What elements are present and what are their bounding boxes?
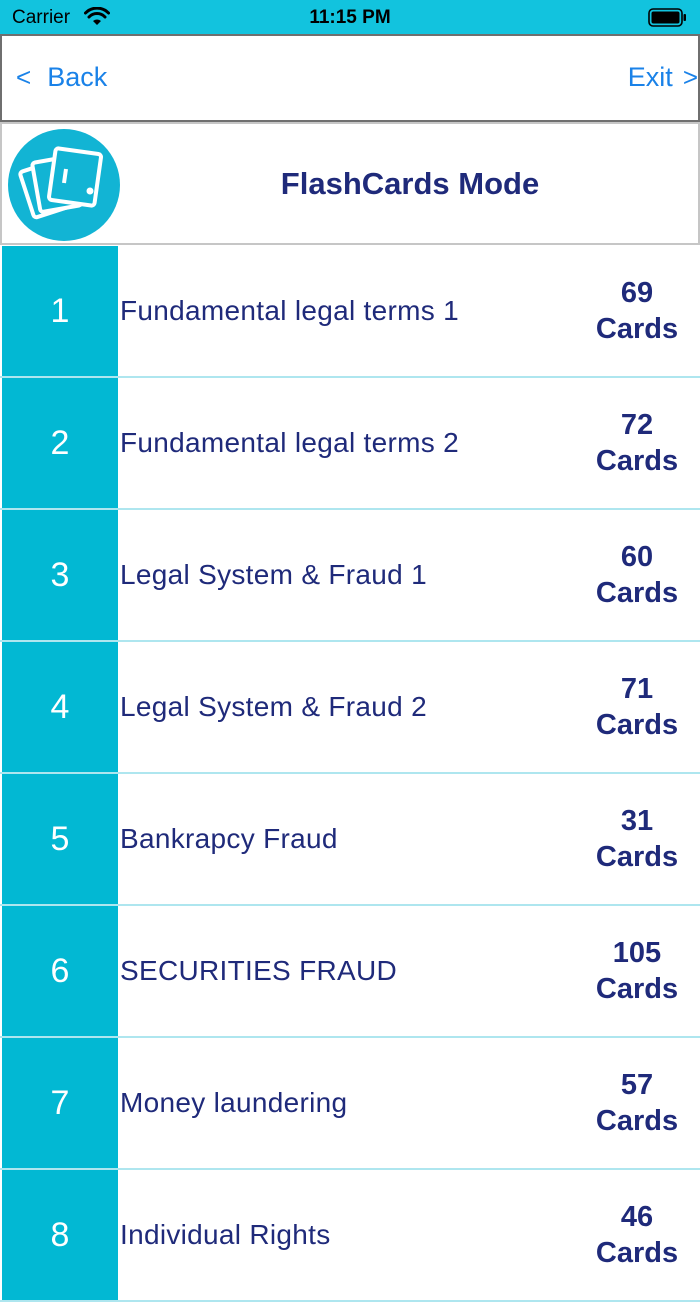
deck-number: 6 <box>2 906 118 1036</box>
card-count-unit: Cards <box>595 445 679 477</box>
card-count-unit: Cards <box>595 1237 679 1269</box>
deck-title: Fundamental legal terms 2 <box>120 427 460 458</box>
deck-number: 7 <box>2 1038 118 1168</box>
flashcards-icon <box>8 129 120 241</box>
back-button[interactable]: < Back <box>16 62 107 93</box>
card-count-value: 57 <box>620 1069 654 1101</box>
deck-title: Fundamental legal terms 1 <box>120 295 460 326</box>
list-item[interactable]: 4 Legal System & Fraud 2 71 Cards <box>0 642 700 774</box>
deck-number: 3 <box>2 510 118 640</box>
deck-title: Legal System & Fraud 2 <box>120 691 427 722</box>
status-bar: Carrier 11:15 PM <box>0 0 700 34</box>
list-item[interactable]: 2 Fundamental legal terms 2 72 Cards <box>0 378 700 510</box>
deck-card-count: 71 Cards <box>592 642 682 772</box>
deck-number: 2 <box>2 378 118 508</box>
battery-icon <box>648 8 686 27</box>
deck-card-count: 60 Cards <box>592 510 682 640</box>
card-count-value: 31 <box>620 805 654 837</box>
deck-title: Money laundering <box>120 1087 348 1118</box>
list-item[interactable]: 5 Bankrapcy Fraud 31 Cards <box>0 774 700 906</box>
card-count-value: 60 <box>620 541 654 573</box>
deck-title: Individual Rights <box>120 1219 331 1250</box>
card-count-value: 105 <box>612 937 662 969</box>
exit-label: Exit <box>627 62 673 92</box>
card-count-unit: Cards <box>595 1105 679 1137</box>
deck-card-count: 69 Cards <box>592 246 682 376</box>
card-count-unit: Cards <box>595 577 679 609</box>
back-label: Back <box>47 62 108 92</box>
deck-card-count: 31 Cards <box>592 774 682 904</box>
chevron-right-icon: > <box>682 62 698 92</box>
page-title: FlashCards Mode <box>280 166 540 201</box>
navigation-bar: < Back Exit > <box>0 34 700 122</box>
card-count-unit: Cards <box>595 313 679 345</box>
card-count-unit: Cards <box>595 973 679 1005</box>
deck-card-count: 105 Cards <box>592 906 682 1036</box>
deck-list: 1 Fundamental legal terms 1 69 Cards 2 F… <box>0 246 700 1302</box>
card-count-value: 72 <box>620 409 654 441</box>
list-item[interactable]: 3 Legal System & Fraud 1 60 Cards <box>0 510 700 642</box>
deck-card-count: 72 Cards <box>592 378 682 508</box>
card-count-unit: Cards <box>595 841 679 873</box>
exit-button[interactable]: Exit > <box>628 62 698 93</box>
deck-number: 4 <box>2 642 118 772</box>
deck-number: 5 <box>2 774 118 904</box>
deck-number: 1 <box>2 246 118 376</box>
card-count-value: 69 <box>620 277 654 309</box>
card-count-value: 46 <box>620 1201 654 1233</box>
status-time: 11:15 PM <box>309 7 391 28</box>
list-item[interactable]: 6 SECURITIES FRAUD 105 Cards <box>0 906 700 1038</box>
deck-card-count: 46 Cards <box>592 1170 682 1300</box>
list-item[interactable]: 7 Money laundering 57 Cards <box>0 1038 700 1170</box>
deck-number: 8 <box>2 1170 118 1300</box>
chevron-left-icon: < <box>16 62 32 92</box>
deck-title: Bankrapcy Fraud <box>120 823 338 854</box>
list-item[interactable]: 1 Fundamental legal terms 1 69 Cards <box>0 246 700 378</box>
card-count-unit: Cards <box>595 709 679 741</box>
card-count-value: 71 <box>620 673 654 705</box>
deck-title: SECURITIES FRAUD <box>120 955 398 986</box>
mode-header: FlashCards Mode <box>0 122 700 245</box>
deck-card-count: 57 Cards <box>592 1038 682 1168</box>
deck-title: Legal System & Fraud 1 <box>120 559 427 590</box>
list-item[interactable]: 8 Individual Rights 46 Cards <box>0 1170 700 1302</box>
